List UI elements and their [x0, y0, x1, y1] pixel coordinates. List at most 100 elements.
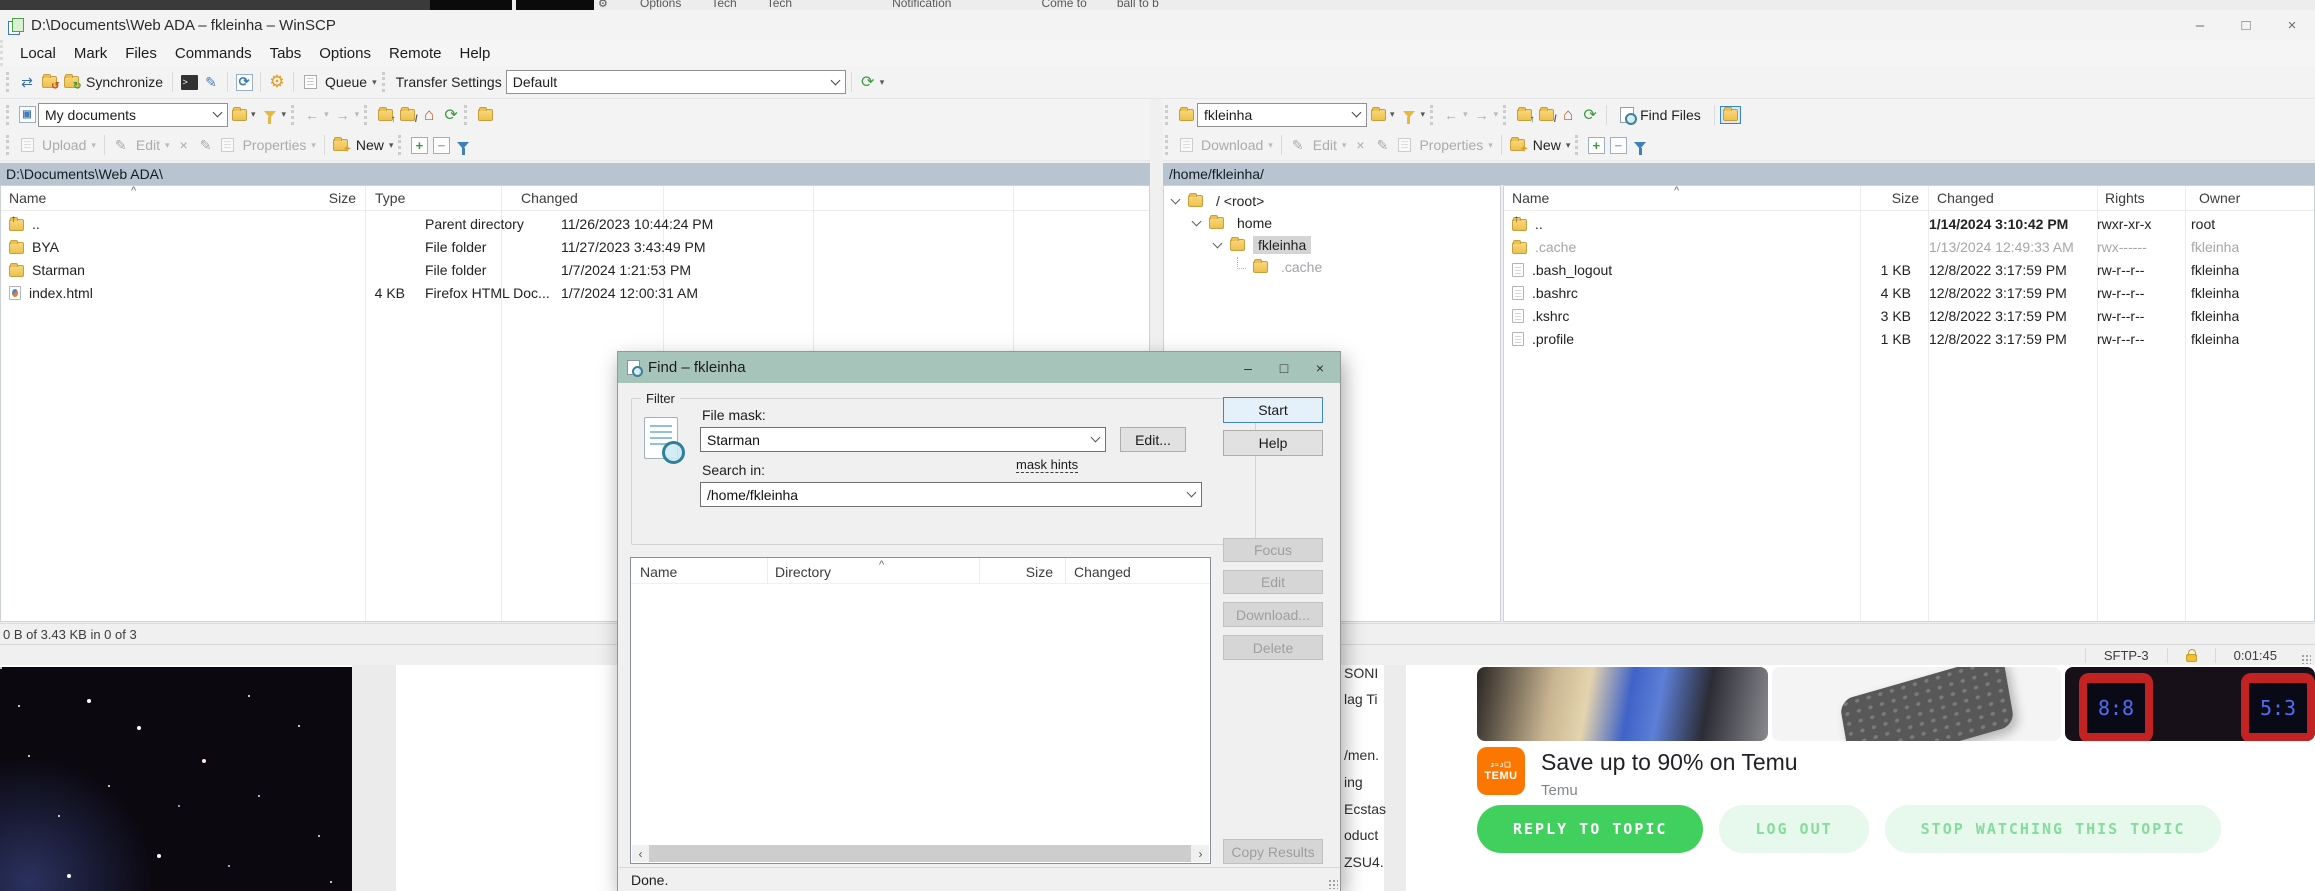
- forward-icon[interactable]: →: [1472, 104, 1492, 126]
- toolbar-grip[interactable]: [1430, 105, 1435, 125]
- toolbar-grip[interactable]: [1503, 105, 1508, 125]
- queue-icon[interactable]: [300, 71, 320, 93]
- horizontal-scrollbar[interactable]: ‹ ›: [632, 845, 1209, 862]
- menu-item[interactable]: Mark: [65, 42, 116, 65]
- toolbar-grip[interactable]: [6, 105, 11, 125]
- dialog-minimize-button[interactable]: –: [1230, 352, 1266, 383]
- edit-mask-button[interactable]: Edit...: [1120, 427, 1186, 452]
- mask-hints-link[interactable]: mask hints: [1016, 457, 1078, 473]
- open-folder-icon[interactable]: [229, 104, 249, 126]
- remote-file-row[interactable]: .cache 1/13/2024 12:49:33 AM rwx------ f…: [1504, 235, 2314, 258]
- column-header-name[interactable]: Name: [1512, 190, 1549, 206]
- local-file-row[interactable]: .. Parent directory 11/26/2023 10:44:24 …: [1, 212, 1149, 235]
- local-path-bar[interactable]: D:\Documents\Web ADA\: [0, 163, 1150, 185]
- edit-button[interactable]: Edit: [1313, 137, 1337, 153]
- scrollbar-thumb[interactable]: [649, 845, 1191, 862]
- selection-filter-icon[interactable]: [1630, 134, 1650, 156]
- toolbar-grip[interactable]: [382, 72, 387, 92]
- select-remove-icon[interactable]: −: [1608, 134, 1628, 156]
- search-in-combo[interactable]: /home/fkleinha: [700, 482, 1202, 507]
- filter-dropdown-icon[interactable]: ▾: [282, 109, 287, 120]
- tree-item[interactable]: home: [1164, 212, 1500, 234]
- dialog-close-button[interactable]: ×: [1302, 352, 1338, 383]
- parent-directory-icon[interactable]: ↑: [1514, 104, 1534, 126]
- select-add-icon[interactable]: +: [409, 134, 429, 156]
- forward-dropdown-icon[interactable]: ▾: [355, 109, 360, 120]
- focus-button[interactable]: Focus: [1223, 538, 1323, 562]
- download-button[interactable]: Download: [1201, 137, 1263, 153]
- putty-icon[interactable]: ✎: [201, 71, 221, 93]
- temu-logo[interactable]: ᴊ≈ᴊ❑ TEMU: [1477, 747, 1525, 795]
- menu-item[interactable]: Remote: [380, 42, 451, 65]
- new-button[interactable]: New: [1533, 137, 1561, 153]
- transfer-preset-dropdown-icon[interactable]: ▾: [880, 77, 885, 88]
- scroll-left-icon[interactable]: ‹: [632, 845, 649, 862]
- results-column-name[interactable]: Name: [640, 564, 677, 580]
- filter-icon[interactable]: [1399, 104, 1419, 126]
- synchronize-button[interactable]: Synchronize: [86, 74, 163, 90]
- file-mask-combo[interactable]: Starman: [700, 427, 1106, 452]
- new-button[interactable]: New: [356, 137, 384, 153]
- edit-button[interactable]: Edit: [136, 137, 160, 153]
- remote-file-row[interactable]: .profile 1 KB 12/8/2022 3:17:59 PM rw-r-…: [1504, 327, 2314, 350]
- copy-results-button[interactable]: Copy Results: [1223, 839, 1323, 864]
- parent-directory-icon[interactable]: ↑: [375, 104, 395, 126]
- queue-button[interactable]: Queue: [325, 74, 367, 90]
- chevron-down-icon[interactable]: [1171, 195, 1181, 205]
- toolbar-grip[interactable]: [1575, 135, 1580, 155]
- find-dialog-title-bar[interactable]: Find – fkleinha – □ ×: [618, 352, 1340, 383]
- delete-icon[interactable]: ×: [1350, 134, 1370, 156]
- resize-grip[interactable]: [2301, 654, 2311, 664]
- select-add-icon[interactable]: +: [1586, 134, 1606, 156]
- queue-dropdown-icon[interactable]: ▾: [372, 77, 377, 88]
- column-header-type[interactable]: Type: [375, 190, 405, 206]
- chevron-down-icon[interactable]: [1237, 257, 1246, 269]
- back-dropdown-icon[interactable]: ▾: [324, 109, 329, 120]
- chevron-down-icon[interactable]: [1192, 217, 1202, 227]
- refresh-icon[interactable]: ⟳: [1580, 104, 1600, 126]
- toolbar-grip[interactable]: [1165, 135, 1170, 155]
- scroll-right-icon[interactable]: ›: [1192, 845, 1209, 862]
- column-divider[interactable]: [767, 558, 768, 584]
- root-directory-icon[interactable]: /: [397, 104, 417, 126]
- close-button[interactable]: ×: [2269, 10, 2315, 40]
- sync-remote-icon[interactable]: ↻: [61, 71, 81, 93]
- forward-icon[interactable]: →: [333, 104, 353, 126]
- back-icon[interactable]: ←: [1441, 104, 1461, 126]
- menu-item[interactable]: Tabs: [261, 42, 311, 65]
- toolbar-grip[interactable]: [1165, 105, 1170, 125]
- maximize-button[interactable]: □: [2223, 10, 2269, 40]
- menu-item[interactable]: Commands: [166, 42, 261, 65]
- encryption-status[interactable]: [2167, 648, 2215, 663]
- results-column-directory[interactable]: Directory: [775, 564, 831, 580]
- toolbar-grip[interactable]: [398, 135, 403, 155]
- delete-icon[interactable]: ×: [174, 134, 194, 156]
- ad-headline[interactable]: Save up to 90% on Temu: [1541, 749, 1798, 776]
- find-files-button[interactable]: Find Files: [1612, 102, 1709, 128]
- toolbar-grip[interactable]: [6, 72, 11, 92]
- column-header-size[interactable]: Size: [1869, 190, 1919, 206]
- back-icon[interactable]: ←: [302, 104, 322, 126]
- local-file-row[interactable]: index.html 4 KB Firefox HTML Doc... 1/7/…: [1, 281, 1149, 304]
- open-folder-icon[interactable]: [1368, 104, 1388, 126]
- upload-dropdown-icon[interactable]: ▾: [91, 140, 96, 151]
- selection-filter-icon[interactable]: [453, 134, 473, 156]
- local-file-row[interactable]: Starman File folder 1/7/2024 1:21:53 PM: [1, 258, 1149, 281]
- preferences-gear-icon[interactable]: ⚙: [267, 71, 287, 93]
- delete-button[interactable]: Delete: [1223, 635, 1323, 660]
- remote-file-row[interactable]: .. 1/14/2024 3:10:42 PM rwxr-xr-x root: [1504, 212, 2314, 235]
- results-column-size[interactable]: Size: [983, 564, 1053, 580]
- new-dropdown-icon[interactable]: ▾: [1566, 140, 1571, 151]
- rename-icon[interactable]: ✎: [1372, 134, 1392, 156]
- results-column-changed[interactable]: Changed: [1074, 564, 1131, 580]
- edit-dropdown-icon[interactable]: ▾: [165, 140, 170, 151]
- toolbar-grip[interactable]: [291, 105, 296, 125]
- home-directory-icon[interactable]: ⌂: [1558, 104, 1578, 126]
- resize-grip[interactable]: [1328, 879, 1338, 889]
- column-header-changed[interactable]: Changed: [1937, 190, 1994, 206]
- forum-action-button[interactable]: STOP WATCHING THIS TOPIC: [1885, 805, 2222, 853]
- title-bar[interactable]: D:\Documents\Web ADA – fkleinha – WinSCP…: [0, 10, 2315, 40]
- menu-item[interactable]: Help: [451, 42, 500, 65]
- find-results-list[interactable]: ^ Name Directory Size Changed ‹ ›: [630, 557, 1211, 864]
- remote-directory-combo[interactable]: fkleinha: [1197, 103, 1367, 127]
